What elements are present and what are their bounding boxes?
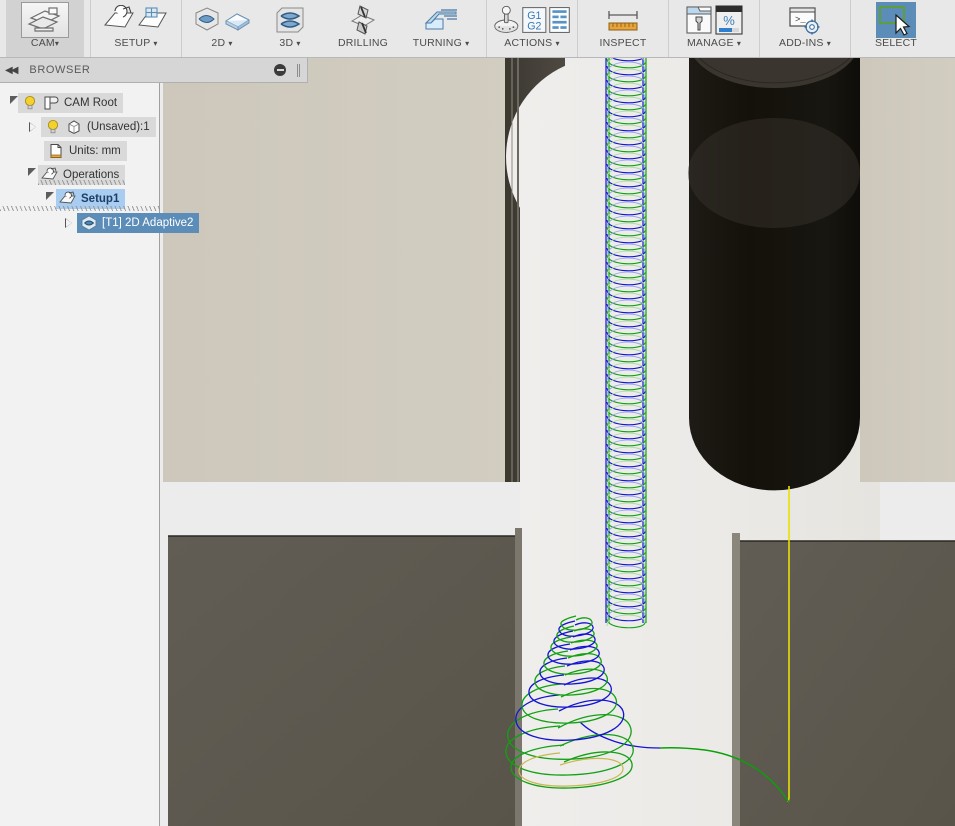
tree-label-unsaved: (Unsaved):1 [87, 121, 150, 133]
tree-row-cam-root[interactable]: CAM Root [0, 91, 160, 115]
ribbon-label-drilling: DRILLING [337, 37, 389, 49]
ribbon-label-2d: 2D [211, 37, 226, 49]
expander-closed-icon[interactable] [29, 122, 37, 132]
lightbulb-icon[interactable] [21, 94, 39, 112]
ribbon-button-2d[interactable]: 2D ▾ [188, 0, 256, 57]
ribbon-group-manage: % MANAGE ▾ [669, 0, 760, 57]
units-icon [47, 142, 65, 160]
ribbon-button-setup[interactable]: SETUP ▾ [97, 0, 175, 57]
component-icon [65, 118, 83, 136]
browser-tree: CAM Root (Unsaved):1 Units: mm Operation… [0, 91, 200, 235]
svg-text:>_: >_ [795, 15, 806, 25]
ribbon-button-addins[interactable]: >_ ADD-INS ▾ [766, 0, 844, 57]
ribbon-group-select: SELECT [851, 0, 941, 57]
browser-panel-header[interactable]: ◀◀ BROWSER [0, 58, 308, 83]
ribbon-group-cam: CAM▾ [0, 0, 91, 57]
ribbon-label-select: SELECT [874, 37, 918, 49]
ribbon-group-addins: >_ ADD-INS ▾ [760, 0, 851, 57]
drilling-icon [324, 3, 402, 37]
tree-row-operation-2d-adaptive2[interactable]: [T1] 2D Adaptive2 [0, 211, 200, 235]
ribbon-group-setup: SETUP ▾ [91, 0, 182, 57]
tree-label-operations: Operations [63, 169, 120, 181]
select-icon [857, 2, 935, 38]
browser-title: BROWSER [29, 64, 91, 76]
expander-open-icon[interactable] [10, 96, 18, 104]
panel-resize-grip[interactable] [297, 63, 300, 77]
ribbon-toolbar: CAM▾ SETUP ▾ 2D ▾ 3D ▾ DRILLING TURNING … [0, 0, 955, 58]
ribbon-label-3d: 3D [279, 37, 294, 49]
collapse-left-icon[interactable]: ◀◀ [5, 65, 18, 76]
svg-text:%: % [723, 13, 735, 28]
expander-closed-icon[interactable] [65, 218, 73, 228]
ribbon-button-3d[interactable]: 3D ▾ [256, 0, 324, 57]
ribbon-button-actions[interactable]: G1 G2 ACTIONS ▾ [493, 0, 571, 57]
setup-icon [97, 3, 175, 37]
tree-row-operations[interactable]: Operations [0, 163, 160, 187]
tool-shoulder [688, 118, 860, 228]
expander-open-icon[interactable] [28, 168, 36, 176]
chevron-down-icon: ▾ [296, 39, 301, 48]
manage-icon: % [675, 3, 753, 37]
adaptive-icon [80, 214, 98, 232]
ribbon-label-actions: ACTIONS [504, 37, 553, 49]
minimize-icon[interactable] [274, 64, 286, 76]
ribbon-button-manage[interactable]: % MANAGE ▾ [675, 0, 753, 57]
ribbon-button-drilling[interactable]: DRILLING [324, 0, 402, 57]
browser-panel: ◀◀ BROWSER CAM Root (Unsaved):1 Units: m… [0, 58, 308, 826]
body-icon [42, 94, 60, 112]
chevron-down-icon: ▾ [228, 39, 233, 48]
ribbon-label-turning: TURNING [412, 37, 462, 49]
chevron-down-icon: ▾ [736, 39, 742, 48]
stock-block-left [168, 528, 522, 826]
ribbon-group-actions: G1 G2 ACTIONS ▾ [487, 0, 578, 57]
tree-label-cam-root: CAM Root [64, 97, 118, 109]
ribbon-button-select[interactable]: SELECT [857, 0, 935, 57]
tree-label-2d-adaptive2: [T1] 2D Adaptive2 [102, 217, 194, 229]
twod-icon [188, 3, 256, 37]
tree-row-units[interactable]: Units: mm [0, 139, 160, 163]
expander-open-icon[interactable] [46, 192, 54, 200]
back-wall-left [163, 58, 515, 482]
turning-icon [402, 3, 480, 37]
ribbon-label-setup: SETUP [114, 37, 151, 49]
cam-icon [6, 2, 84, 38]
ribbon-group-milling: 2D ▾ 3D ▾ DRILLING TURNING ▾ [182, 0, 487, 57]
actions-icon: G1 G2 [493, 3, 571, 37]
3d-viewport[interactable] [160, 58, 955, 826]
ribbon-label-inspect: INSPECT [599, 37, 647, 49]
chevron-down-icon: ▾ [555, 39, 560, 48]
addins-icon: >_ [766, 3, 844, 37]
tree-row-setup1[interactable]: Setup1 [0, 187, 160, 211]
ribbon-button-cam[interactable]: CAM▾ [6, 0, 84, 57]
chevron-down-icon: ▾ [826, 39, 831, 48]
tree-row-unsaved[interactable]: (Unsaved):1 [0, 115, 160, 139]
chevron-down-icon: ▾ [54, 39, 60, 48]
stock-block-right [732, 533, 955, 826]
chevron-down-icon: ▾ [465, 39, 470, 48]
chevron-down-icon: ▾ [153, 39, 158, 48]
tree-label-units: Units: mm [69, 145, 121, 157]
back-wall-right [860, 58, 955, 482]
setup-small-icon [41, 166, 59, 184]
svg-text:G2: G2 [528, 21, 542, 33]
setup-small-icon [59, 190, 77, 208]
ribbon-label-addins: ADD-INS [779, 37, 824, 49]
threed-icon [256, 3, 324, 37]
ribbon-button-turning[interactable]: TURNING ▾ [402, 0, 480, 57]
lightbulb-icon[interactable] [44, 118, 62, 136]
ribbon-button-inspect[interactable]: INSPECT [584, 0, 662, 57]
ribbon-group-inspect: INSPECT [578, 0, 669, 57]
ribbon-label-cam: CAM [30, 37, 55, 49]
ribbon-label-manage: MANAGE [686, 37, 734, 49]
inspect-icon [584, 3, 662, 37]
tree-label-setup1: Setup1 [81, 193, 120, 205]
